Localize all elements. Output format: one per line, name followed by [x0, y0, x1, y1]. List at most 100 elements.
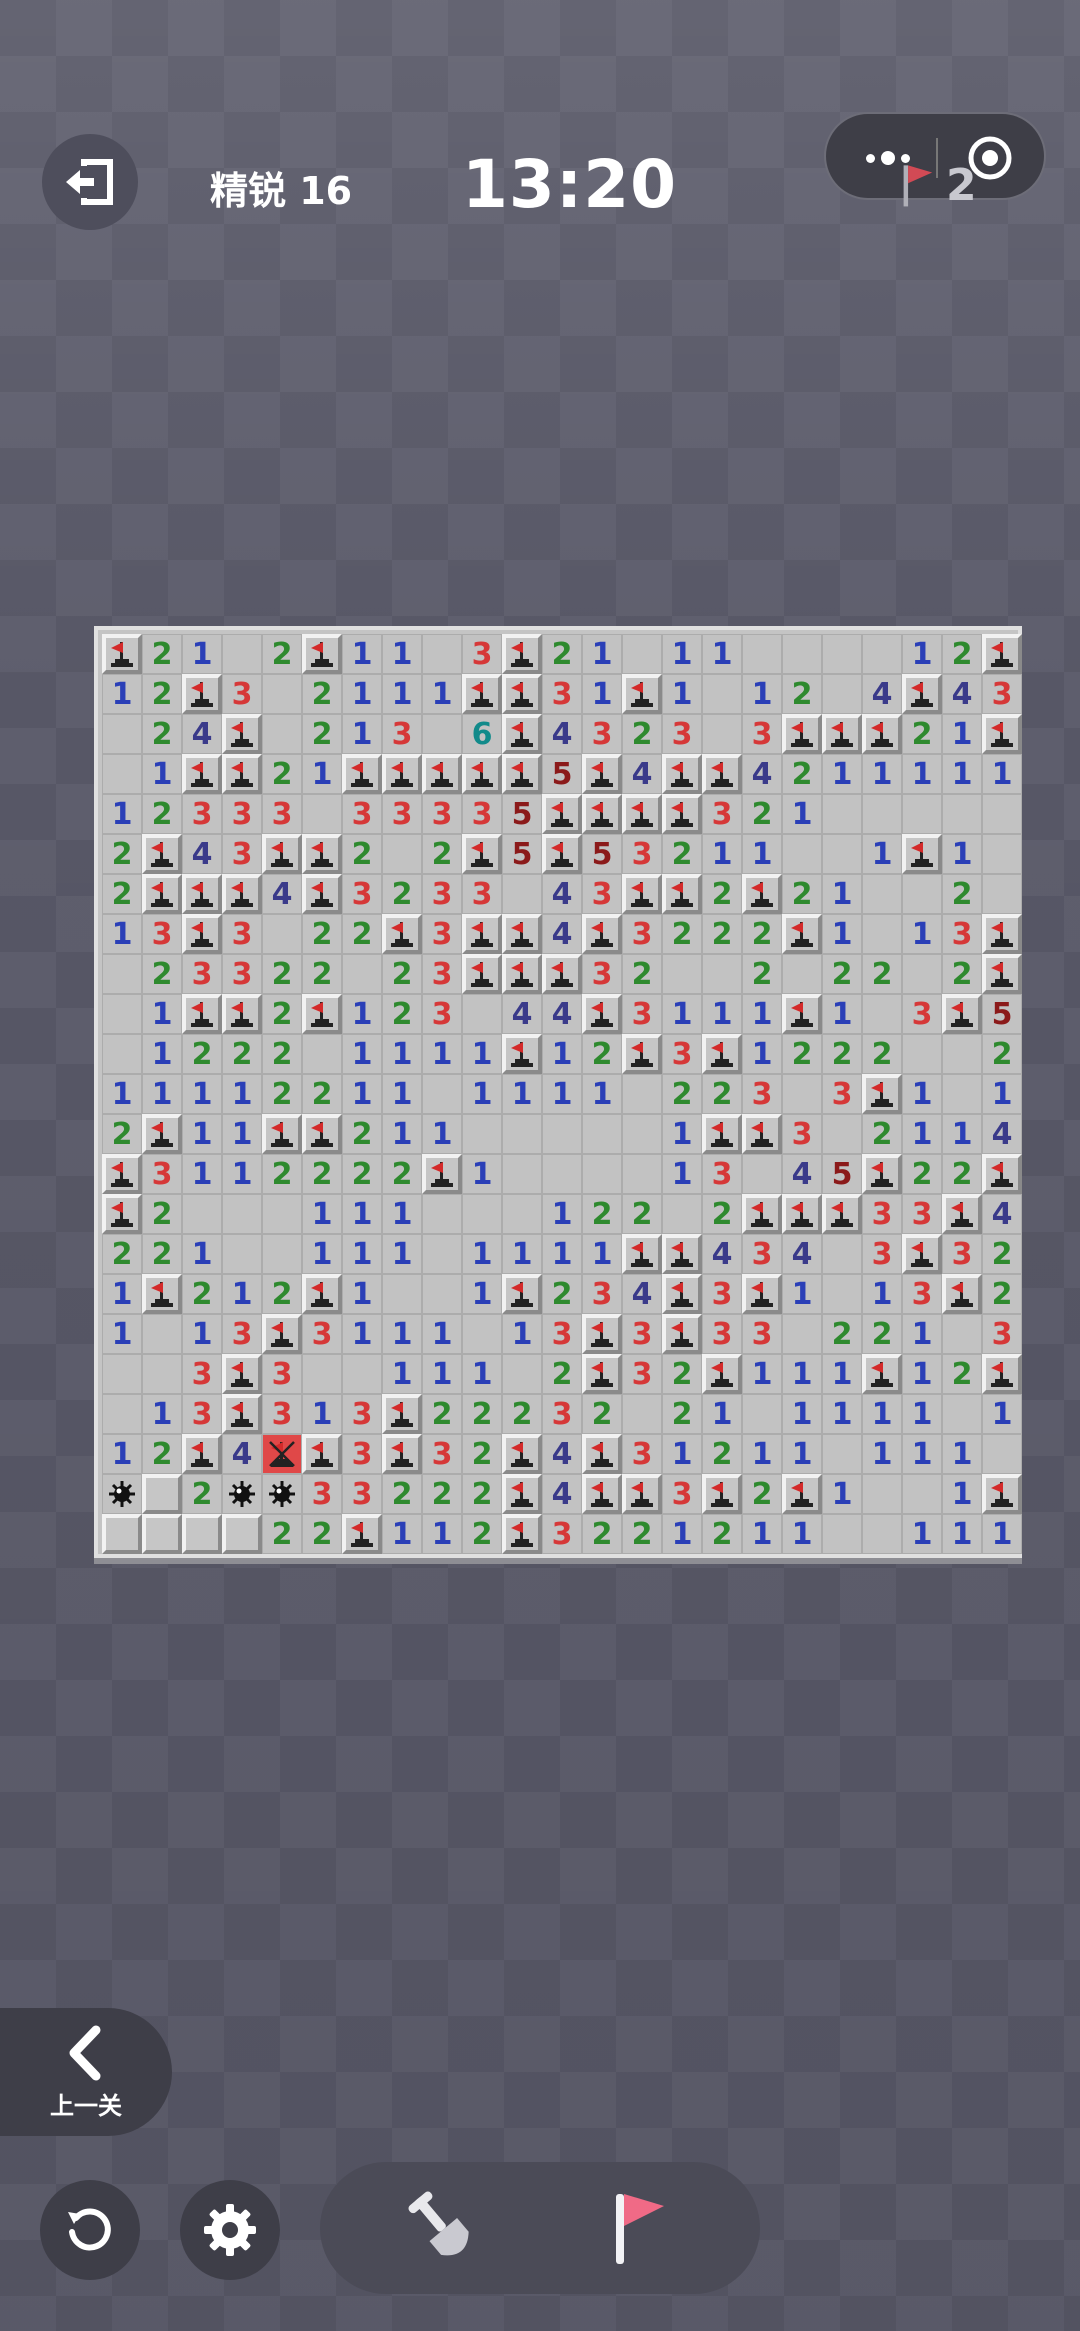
- empty-cell[interactable]: [862, 1514, 902, 1554]
- empty-cell[interactable]: [542, 1114, 582, 1154]
- number-cell[interactable]: 2: [902, 1154, 942, 1194]
- number-cell[interactable]: 4: [742, 754, 782, 794]
- number-cell[interactable]: 3: [302, 1314, 342, 1354]
- number-cell[interactable]: 1: [502, 1074, 542, 1114]
- number-cell[interactable]: 4: [502, 994, 542, 1034]
- empty-cell[interactable]: [622, 1074, 662, 1114]
- number-cell[interactable]: 2: [742, 954, 782, 994]
- flagged-cell[interactable]: [222, 714, 262, 754]
- number-cell[interactable]: 4: [542, 914, 582, 954]
- number-cell[interactable]: 1: [982, 1514, 1022, 1554]
- number-cell[interactable]: 3: [742, 1234, 782, 1274]
- number-cell[interactable]: 1: [822, 754, 862, 794]
- empty-cell[interactable]: [262, 1234, 302, 1274]
- number-cell[interactable]: 3: [862, 1234, 902, 1274]
- flagged-cell[interactable]: [742, 1274, 782, 1314]
- number-cell[interactable]: 1: [462, 1234, 502, 1274]
- number-cell[interactable]: 1: [102, 1314, 142, 1354]
- flagged-cell[interactable]: [502, 1034, 542, 1074]
- empty-cell[interactable]: [222, 1234, 262, 1274]
- empty-cell[interactable]: [622, 634, 662, 674]
- number-cell[interactable]: 3: [942, 914, 982, 954]
- mine-cell[interactable]: [262, 1474, 302, 1514]
- number-cell[interactable]: 5: [502, 794, 542, 834]
- empty-cell[interactable]: [902, 1474, 942, 1514]
- number-cell[interactable]: 3: [742, 1074, 782, 1114]
- empty-cell[interactable]: [142, 1354, 182, 1394]
- number-cell[interactable]: 3: [462, 874, 502, 914]
- number-cell[interactable]: 5: [822, 1154, 862, 1194]
- flagged-cell[interactable]: [222, 754, 262, 794]
- number-cell[interactable]: 1: [742, 834, 782, 874]
- number-cell[interactable]: 1: [142, 994, 182, 1034]
- number-cell[interactable]: 3: [862, 1194, 902, 1234]
- empty-cell[interactable]: [422, 634, 462, 674]
- empty-cell[interactable]: [782, 954, 822, 994]
- number-cell[interactable]: 3: [902, 1194, 942, 1234]
- flagged-cell[interactable]: [782, 714, 822, 754]
- empty-cell[interactable]: [862, 1474, 902, 1514]
- number-cell[interactable]: 3: [342, 1394, 382, 1434]
- flagged-cell[interactable]: [422, 1154, 462, 1194]
- number-cell[interactable]: 1: [462, 1154, 502, 1194]
- number-cell[interactable]: 1: [542, 1074, 582, 1114]
- flagged-cell[interactable]: [782, 1194, 822, 1234]
- number-cell[interactable]: 2: [702, 874, 742, 914]
- number-cell[interactable]: 1: [422, 1314, 462, 1354]
- number-cell[interactable]: 3: [582, 714, 622, 754]
- number-cell[interactable]: 3: [382, 714, 422, 754]
- number-cell[interactable]: 2: [942, 1154, 982, 1194]
- number-cell[interactable]: 2: [262, 954, 302, 994]
- number-cell[interactable]: 1: [942, 1514, 982, 1554]
- flagged-cell[interactable]: [662, 794, 702, 834]
- flagged-cell[interactable]: [502, 1514, 542, 1554]
- number-cell[interactable]: 2: [382, 1474, 422, 1514]
- number-cell[interactable]: 2: [902, 714, 942, 754]
- empty-cell[interactable]: [942, 1074, 982, 1114]
- number-cell[interactable]: 1: [862, 834, 902, 874]
- flagged-cell[interactable]: [902, 834, 942, 874]
- number-cell[interactable]: 3: [542, 1314, 582, 1354]
- number-cell[interactable]: 2: [382, 954, 422, 994]
- hidden-cell[interactable]: [222, 1514, 262, 1554]
- number-cell[interactable]: 1: [182, 634, 222, 674]
- empty-cell[interactable]: [422, 714, 462, 754]
- flagged-cell[interactable]: [502, 914, 542, 954]
- number-cell[interactable]: 4: [782, 1154, 822, 1194]
- number-cell[interactable]: 3: [142, 1154, 182, 1194]
- empty-cell[interactable]: [262, 674, 302, 714]
- number-cell[interactable]: 1: [302, 1394, 342, 1434]
- number-cell[interactable]: 1: [102, 1434, 142, 1474]
- number-cell[interactable]: 2: [502, 1394, 542, 1434]
- empty-cell[interactable]: [342, 954, 382, 994]
- flagged-cell[interactable]: [622, 1474, 662, 1514]
- number-cell[interactable]: 3: [662, 1034, 702, 1074]
- number-cell[interactable]: 2: [342, 1114, 382, 1154]
- number-cell[interactable]: 1: [902, 1074, 942, 1114]
- flagged-cell[interactable]: [582, 1434, 622, 1474]
- empty-cell[interactable]: [822, 834, 862, 874]
- flagged-cell[interactable]: [902, 1234, 942, 1274]
- number-cell[interactable]: 1: [142, 1034, 182, 1074]
- number-cell[interactable]: 2: [662, 1074, 702, 1114]
- number-cell[interactable]: 1: [502, 1314, 542, 1354]
- number-cell[interactable]: 1: [742, 1034, 782, 1074]
- number-cell[interactable]: 3: [622, 1354, 662, 1394]
- empty-cell[interactable]: [422, 1234, 462, 1274]
- number-cell[interactable]: 1: [222, 1154, 262, 1194]
- number-cell[interactable]: 5: [582, 834, 622, 874]
- number-cell[interactable]: 1: [302, 1234, 342, 1274]
- empty-cell[interactable]: [142, 1314, 182, 1354]
- number-cell[interactable]: 3: [182, 954, 222, 994]
- number-cell[interactable]: 2: [302, 1154, 342, 1194]
- exit-button[interactable]: [42, 134, 138, 230]
- number-cell[interactable]: 3: [222, 794, 262, 834]
- empty-cell[interactable]: [342, 1354, 382, 1394]
- number-cell[interactable]: 2: [662, 1354, 702, 1394]
- number-cell[interactable]: 1: [662, 1514, 702, 1554]
- number-cell[interactable]: 2: [462, 1474, 502, 1514]
- empty-cell[interactable]: [222, 634, 262, 674]
- empty-cell[interactable]: [822, 1514, 862, 1554]
- number-cell[interactable]: 3: [702, 1314, 742, 1354]
- number-cell[interactable]: 3: [742, 1314, 782, 1354]
